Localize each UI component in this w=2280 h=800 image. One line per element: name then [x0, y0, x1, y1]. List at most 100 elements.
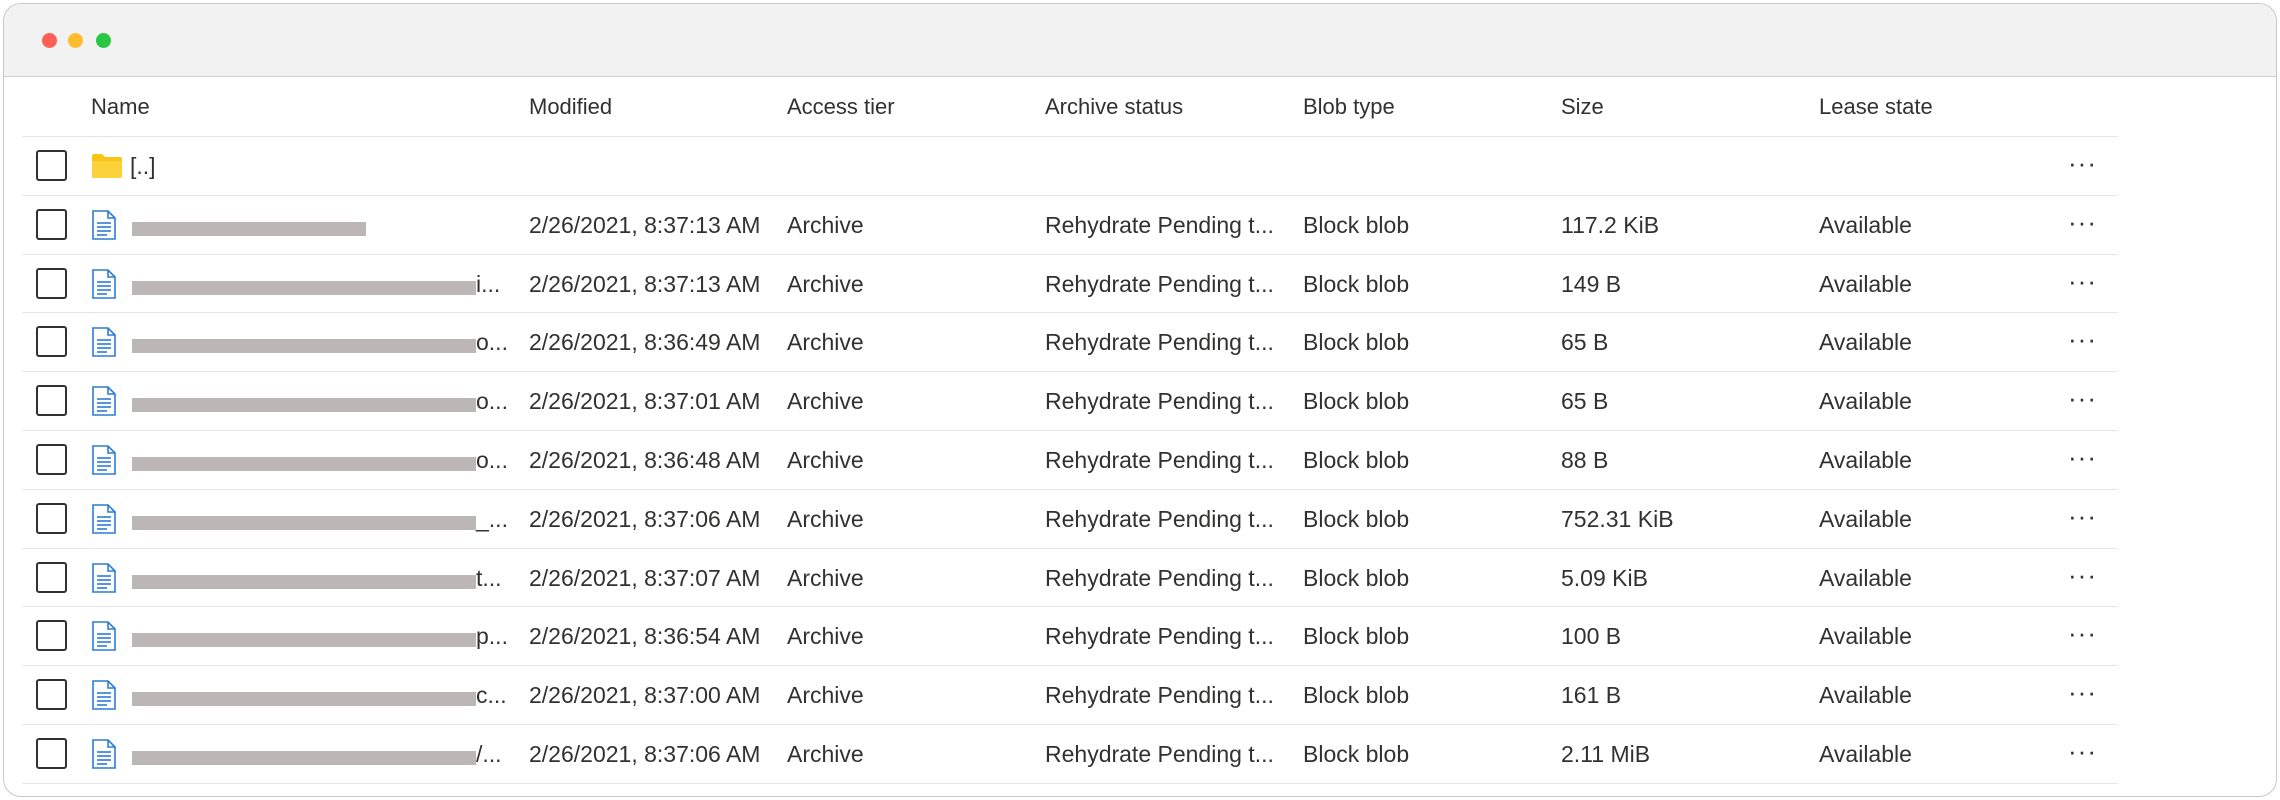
- redacted-file-name[interactable]: [132, 398, 476, 413]
- redacted-file-name[interactable]: [132, 633, 476, 648]
- table-row[interactable]: i... 2/26/2021, 8:37:13 AM Archive Rehyd…: [22, 255, 2118, 314]
- blob-list: Name Modified Access tier Archive status…: [22, 78, 2118, 784]
- cell-blob-type: Block blob: [1303, 623, 1410, 650]
- more-actions-button[interactable]: ···: [2068, 666, 2097, 724]
- file-name-tail: o...: [476, 329, 508, 356]
- redacted-file-name[interactable]: [132, 692, 476, 707]
- more-actions-button[interactable]: ···: [2068, 549, 2097, 607]
- row-checkbox[interactable]: [36, 620, 67, 652]
- cell-modified: 2/26/2021, 8:36:54 AM: [529, 623, 761, 650]
- cell-blob-type: Block blob: [1303, 388, 1410, 415]
- cell-access-tier: Archive: [787, 740, 864, 767]
- cell-modified: 2/26/2021, 8:37:06 AM: [529, 740, 761, 767]
- table-row[interactable]: t... 2/26/2021, 8:37:07 AM Archive Rehyd…: [22, 549, 2118, 608]
- table-row[interactable]: o... 2/26/2021, 8:36:49 AM Archive Rehyd…: [22, 313, 2118, 373]
- cell-archive-status: Rehydrate Pending t...: [1045, 388, 1274, 415]
- redacted-file-name[interactable]: [132, 574, 476, 589]
- cell-access-tier: Archive: [787, 211, 864, 238]
- table-row[interactable]: o... 2/26/2021, 8:37:01 AM Archive Rehyd…: [22, 372, 2118, 431]
- row-checkbox[interactable]: [36, 502, 67, 534]
- file-name-tail: t...: [476, 564, 502, 591]
- row-checkbox[interactable]: [36, 443, 67, 475]
- column-header-size[interactable]: Size: [1561, 78, 1604, 136]
- table-row[interactable]: c... 2/26/2021, 8:37:00 AM Archive Rehyd…: [22, 666, 2118, 725]
- redacted-file-name[interactable]: [132, 515, 476, 530]
- cell-size: 117.2 KiB: [1561, 211, 1660, 238]
- cell-lease-state: Available: [1819, 329, 1912, 356]
- file-name-tail: /...: [476, 740, 502, 767]
- close-window-button[interactable]: [42, 33, 57, 48]
- cell-size: 88 B: [1561, 446, 1609, 473]
- row-checkbox[interactable]: [36, 150, 67, 181]
- row-checkbox[interactable]: [36, 561, 67, 593]
- table-row[interactable]: p... 2/26/2021, 8:36:54 AM Archive Rehyd…: [22, 607, 2118, 667]
- cell-archive-status: Rehydrate Pending t...: [1045, 623, 1274, 650]
- redacted-file-name[interactable]: [132, 750, 476, 765]
- more-actions-button[interactable]: ···: [2068, 137, 2097, 195]
- more-actions-button[interactable]: ···: [2068, 490, 2097, 548]
- column-header-lease-state[interactable]: Lease state: [1819, 78, 1933, 136]
- cell-modified: 2/26/2021, 8:37:01 AM: [529, 388, 761, 415]
- more-actions-button[interactable]: ···: [2068, 725, 2097, 783]
- cell-size: 100 B: [1561, 623, 1622, 650]
- cell-lease-state: Available: [1819, 740, 1912, 767]
- redacted-file-name[interactable]: [132, 221, 366, 236]
- more-actions-button[interactable]: ···: [2068, 196, 2097, 254]
- redacted-file-name[interactable]: [132, 339, 476, 354]
- file-icon: [91, 445, 117, 480]
- file-icon: [91, 680, 117, 715]
- table-row[interactable]: 2/26/2021, 8:37:13 AM Archive Rehydrate …: [22, 196, 2118, 255]
- cell-blob-type: Block blob: [1303, 682, 1410, 709]
- redacted-file-name[interactable]: [132, 280, 476, 295]
- column-header-modified[interactable]: Modified: [529, 78, 612, 136]
- file-name-tail: _...: [476, 505, 508, 532]
- row-checkbox[interactable]: [36, 326, 67, 358]
- row-checkbox[interactable]: [36, 385, 67, 417]
- cell-access-tier: Archive: [787, 564, 864, 591]
- cell-lease-state: Available: [1819, 623, 1912, 650]
- cell-access-tier: Archive: [787, 270, 864, 297]
- column-header-archive-status[interactable]: Archive status: [1045, 78, 1183, 136]
- file-name-tail: i...: [476, 270, 501, 297]
- column-header-access-tier[interactable]: Access tier: [787, 78, 895, 136]
- cell-lease-state: Available: [1819, 505, 1912, 532]
- cell-lease-state: Available: [1819, 211, 1912, 238]
- row-checkbox[interactable]: [36, 267, 67, 299]
- minimize-window-button[interactable]: [68, 33, 83, 48]
- column-header-name[interactable]: Name: [91, 78, 150, 136]
- file-icon: [91, 739, 117, 774]
- cell-size: 5.09 KiB: [1561, 564, 1648, 591]
- row-checkbox[interactable]: [36, 737, 67, 769]
- more-actions-button[interactable]: ···: [2068, 255, 2097, 313]
- cell-modified: 2/26/2021, 8:37:06 AM: [529, 505, 761, 532]
- file-icon: [91, 327, 117, 362]
- cell-archive-status: Rehydrate Pending t...: [1045, 446, 1274, 473]
- cell-access-tier: Archive: [787, 505, 864, 532]
- parent-folder-row[interactable]: [..] ···: [22, 137, 2118, 196]
- row-checkbox[interactable]: [36, 679, 67, 711]
- cell-archive-status: Rehydrate Pending t...: [1045, 505, 1274, 532]
- cell-size: 65 B: [1561, 388, 1609, 415]
- table-row[interactable]: /... 2/26/2021, 8:37:06 AM Archive Rehyd…: [22, 725, 2118, 784]
- cell-access-tier: Archive: [787, 388, 864, 415]
- parent-folder-label[interactable]: [..]: [130, 137, 156, 195]
- cell-size: 149 B: [1561, 270, 1622, 297]
- more-actions-button[interactable]: ···: [2068, 372, 2097, 430]
- cell-modified: 2/26/2021, 8:37:07 AM: [529, 564, 761, 591]
- zoom-window-button[interactable]: [96, 33, 111, 48]
- cell-blob-type: Block blob: [1303, 564, 1410, 591]
- cell-modified: 2/26/2021, 8:36:48 AM: [529, 446, 761, 473]
- row-checkbox[interactable]: [36, 208, 67, 240]
- redacted-file-name[interactable]: [132, 456, 476, 471]
- more-actions-button[interactable]: ···: [2068, 313, 2097, 371]
- table-row[interactable]: o... 2/26/2021, 8:36:48 AM Archive Rehyd…: [22, 431, 2118, 490]
- cell-size: 752.31 KiB: [1561, 505, 1674, 532]
- column-header-blob-type[interactable]: Blob type: [1303, 78, 1395, 136]
- more-actions-button[interactable]: ···: [2068, 607, 2097, 665]
- more-actions-button[interactable]: ···: [2068, 431, 2097, 489]
- table-row[interactable]: _... 2/26/2021, 8:37:06 AM Archive Rehyd…: [22, 490, 2118, 549]
- cell-archive-status: Rehydrate Pending t...: [1045, 564, 1274, 591]
- file-icon: [91, 386, 117, 421]
- cell-blob-type: Block blob: [1303, 211, 1410, 238]
- cell-access-tier: Archive: [787, 623, 864, 650]
